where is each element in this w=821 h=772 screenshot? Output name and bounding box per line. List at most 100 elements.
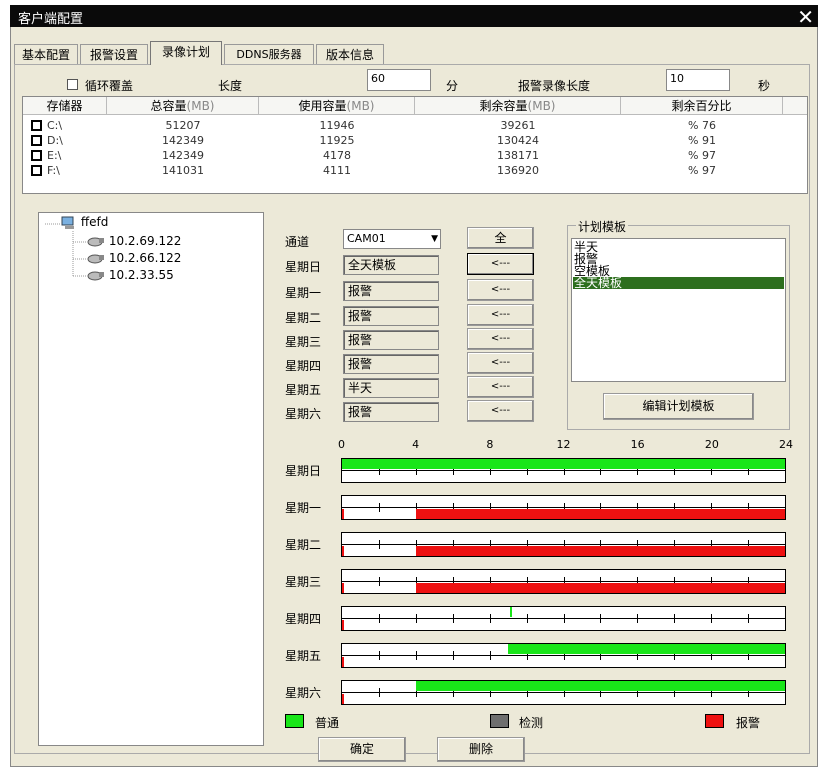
legend-alarm-label: 报警 (736, 716, 761, 730)
alarm-length-input[interactable]: 10 (666, 69, 730, 91)
start-marker (342, 620, 344, 630)
apply-template-button[interactable]: <--- (467, 253, 534, 275)
hour-tick-label: 16 (630, 438, 645, 451)
apply-template-button[interactable]: <--- (467, 352, 534, 374)
tree-root-label: ffefd (80, 215, 109, 229)
tree-node[interactable]: 10.2.69.122 (87, 234, 181, 248)
hour-tick-label: 20 (704, 438, 719, 451)
alarm-segment (415, 583, 785, 593)
channel-value: CAM01 (347, 232, 386, 245)
day-template-field: 半天 (343, 378, 439, 398)
template-group-title: 计划模板 (576, 218, 629, 235)
apply-template-button[interactable]: <--- (467, 376, 534, 398)
tab-alarm[interactable]: 报警设置 (80, 44, 148, 64)
hour-tick-label: 4 (412, 438, 420, 451)
col-drive[interactable]: 存储器 (23, 97, 107, 115)
timeline-bar[interactable] (341, 495, 786, 520)
drive-checkbox[interactable] (31, 150, 42, 161)
channel-select[interactable]: CAM01 ▼ (343, 229, 441, 249)
timeline-bar[interactable] (341, 532, 786, 557)
timeline-day-label: 星期二 (285, 538, 322, 552)
drive-name: C:\ (47, 119, 63, 132)
template-item[interactable]: 半天 (573, 241, 784, 253)
hour-tick-label: 8 (486, 438, 494, 451)
timeline-bar[interactable] (341, 569, 786, 594)
timeline-bar[interactable] (341, 606, 786, 631)
template-list[interactable]: 半天 报警 空模板 全天模板 (571, 238, 786, 382)
table-cell: 142349 (162, 149, 204, 162)
tab-record-plan[interactable]: 录像计划 (150, 41, 222, 65)
tree-node[interactable]: 10.2.66.122 (87, 251, 181, 265)
apply-template-button[interactable]: <--- (467, 328, 534, 350)
alarm-length-label: 报警录像长度 (518, 79, 591, 93)
timeline-tick (378, 540, 380, 549)
all-button[interactable]: 全 (467, 227, 534, 249)
table-cell: % 91 (688, 134, 716, 147)
camera-icon (87, 254, 104, 264)
table-cell: 130424 (497, 134, 539, 147)
legend-detect-swatch (490, 714, 509, 728)
day-label: 星期五 (285, 383, 322, 397)
timeline-day-label: 星期日 (285, 464, 322, 478)
camera-icon (87, 271, 104, 281)
drive-checkbox[interactable] (31, 135, 42, 146)
start-marker (342, 583, 344, 593)
day-template-field: 全天模板 (343, 255, 439, 275)
day-label: 星期日 (285, 260, 322, 274)
close-icon[interactable]: ✕ (797, 5, 814, 29)
table-cell: 11946 (319, 119, 355, 132)
tree-node-label: 10.2.66.122 (108, 251, 182, 265)
loop-label: 循环覆盖 (85, 79, 134, 93)
apply-template-button[interactable]: <--- (467, 304, 534, 326)
drive-checkbox[interactable] (31, 165, 42, 176)
apply-template-button[interactable]: <--- (467, 279, 534, 301)
day-template-field: 报警 (343, 330, 439, 350)
col-free[interactable]: 剩余容量(MB) (415, 97, 621, 115)
hour-tick-label: 24 (779, 438, 793, 451)
tree-node[interactable]: 10.2.33.55 (87, 268, 174, 282)
edit-template-button[interactable]: 编辑计划模板 (603, 393, 754, 420)
normal-segment (342, 459, 785, 469)
loop-checkbox[interactable] (67, 79, 78, 90)
table-cell: 11925 (319, 134, 355, 147)
tab-basic[interactable]: 基本配置 (14, 44, 78, 64)
tab-version[interactable]: 版本信息 (316, 44, 384, 64)
drive-checkbox[interactable] (31, 120, 42, 131)
table-cell: % 97 (688, 149, 716, 162)
day-label: 星期一 (285, 286, 322, 300)
drive-name: F:\ (47, 164, 60, 177)
title-bar[interactable]: 客户端配置 ✕ (10, 5, 818, 29)
legend-detect-label: 检测 (519, 716, 544, 730)
timeline-tick (378, 503, 380, 512)
timeline-tick (711, 614, 713, 623)
col-free-pct[interactable]: 剩余百分比 (621, 97, 783, 115)
col-total[interactable]: 总容量(MB) (107, 97, 259, 115)
table-cell: 142349 (162, 134, 204, 147)
normal-segment (415, 681, 785, 691)
timeline-bar[interactable] (341, 458, 786, 483)
day-label: 星期二 (285, 311, 322, 325)
tree-root[interactable]: ffefd (61, 215, 108, 230)
hour-tick-label: 12 (556, 438, 571, 451)
delete-button[interactable]: 删除 (437, 737, 525, 762)
day-template-field: 报警 (343, 354, 439, 374)
hour-tick-label: 0 (338, 438, 345, 451)
timeline-day-label: 星期四 (285, 612, 322, 626)
timeline-tick (563, 614, 565, 623)
drive-name: E:\ (47, 149, 62, 162)
apply-template-button[interactable]: <--- (467, 400, 534, 422)
timeline-day-label: 星期三 (285, 575, 322, 589)
start-marker (342, 657, 344, 667)
timeline-bar[interactable] (341, 643, 786, 668)
col-used[interactable]: 使用容量(MB) (259, 97, 415, 115)
template-item-selected[interactable]: 全天模板 (573, 277, 784, 289)
timeline-tick (526, 614, 528, 623)
length-input[interactable]: 60 (367, 69, 431, 91)
ok-button[interactable]: 确定 (318, 737, 406, 762)
timeline-bar[interactable] (341, 680, 786, 705)
timeline-tick (378, 614, 380, 623)
tab-ddns[interactable]: DDNS服务器 (224, 44, 314, 64)
day-label: 星期三 (285, 335, 322, 349)
timeline-tick (748, 614, 750, 623)
col-blank (783, 97, 807, 115)
